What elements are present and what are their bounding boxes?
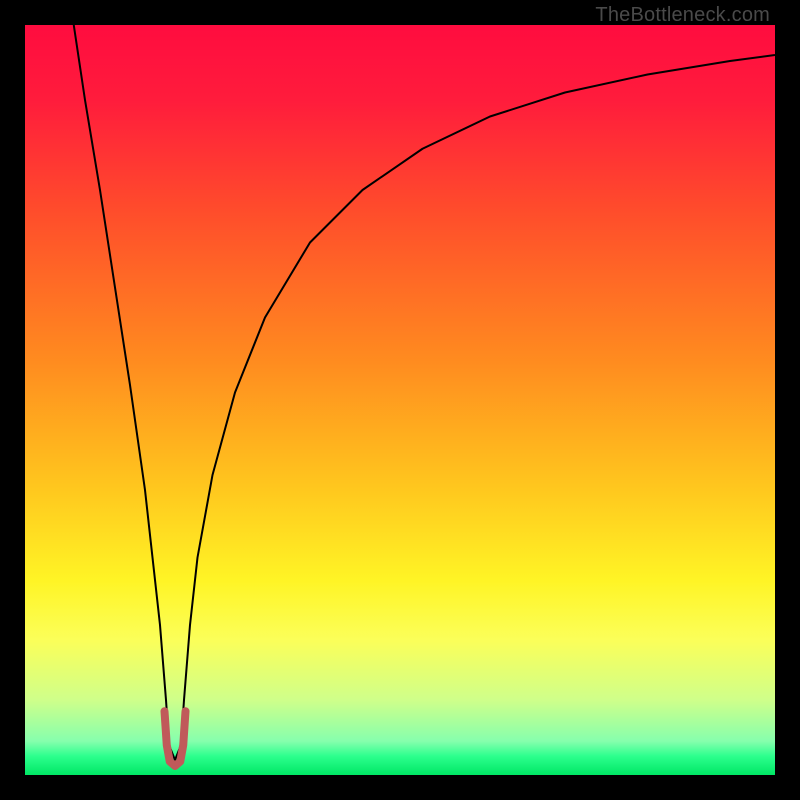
- outer-frame: TheBottleneck.com: [0, 0, 800, 800]
- series-bottleneck-curve: [74, 25, 775, 760]
- chart-curve-layer: [25, 25, 775, 775]
- watermark-text: TheBottleneck.com: [595, 4, 770, 27]
- plot-area: [25, 25, 775, 775]
